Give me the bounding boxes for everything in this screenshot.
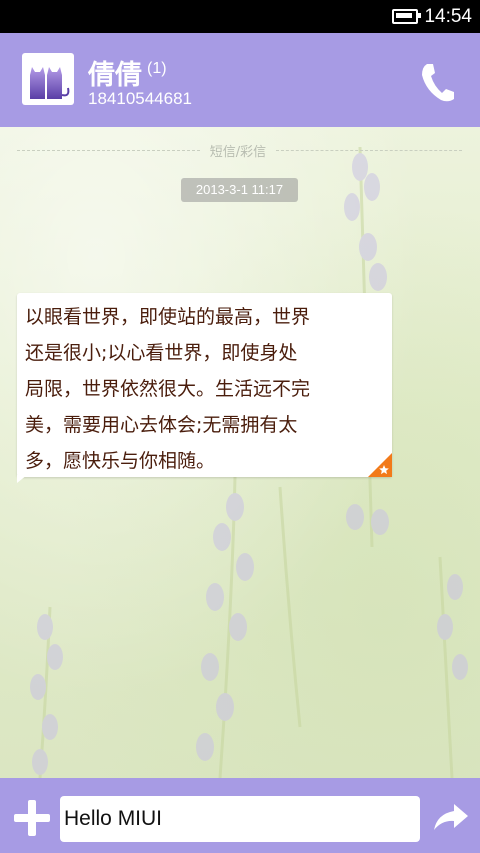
conversation-area[interactable]: 短信/彩信 2013-3-1 11:17 以眼看世界，即使站的最高，世界 还是很… bbox=[0, 127, 480, 778]
cats-avatar-icon bbox=[30, 67, 70, 99]
send-arrow-icon bbox=[434, 804, 468, 830]
divider-left bbox=[17, 150, 200, 151]
battery-icon bbox=[392, 9, 422, 24]
contact-phone-number: 18410544681 bbox=[88, 89, 193, 108]
divider-right bbox=[276, 150, 462, 151]
message-text: 以眼看世界，即使站的最高，世界 还是很小;以心看世界，即使身处 局限，世界依然很… bbox=[25, 306, 311, 472]
send-button[interactable] bbox=[432, 802, 470, 832]
unread-count: (1) bbox=[147, 60, 167, 77]
call-button[interactable] bbox=[418, 60, 456, 104]
bubble-tail bbox=[17, 475, 27, 483]
message-timestamp: 2013-3-1 11:17 bbox=[181, 178, 298, 202]
status-time: 14:54 bbox=[424, 5, 472, 27]
add-attachment-button[interactable] bbox=[12, 798, 52, 838]
phone-icon bbox=[422, 64, 454, 102]
channel-label: 短信/彩信 bbox=[209, 145, 267, 160]
message-input[interactable] bbox=[60, 796, 420, 842]
star-icon bbox=[368, 453, 392, 477]
status-bar: 14:54 bbox=[0, 0, 480, 33]
contact-name: 倩倩 bbox=[88, 60, 142, 91]
received-message-bubble[interactable]: 以眼看世界，即使站的最高，世界 还是很小;以心看世界，即使身处 局限，世界依然很… bbox=[17, 293, 392, 483]
conversation-header: 倩倩 (1) 18410544681 bbox=[0, 33, 480, 127]
compose-bar bbox=[0, 778, 480, 853]
contact-avatar[interactable] bbox=[22, 53, 74, 105]
plus-icon bbox=[14, 800, 50, 836]
